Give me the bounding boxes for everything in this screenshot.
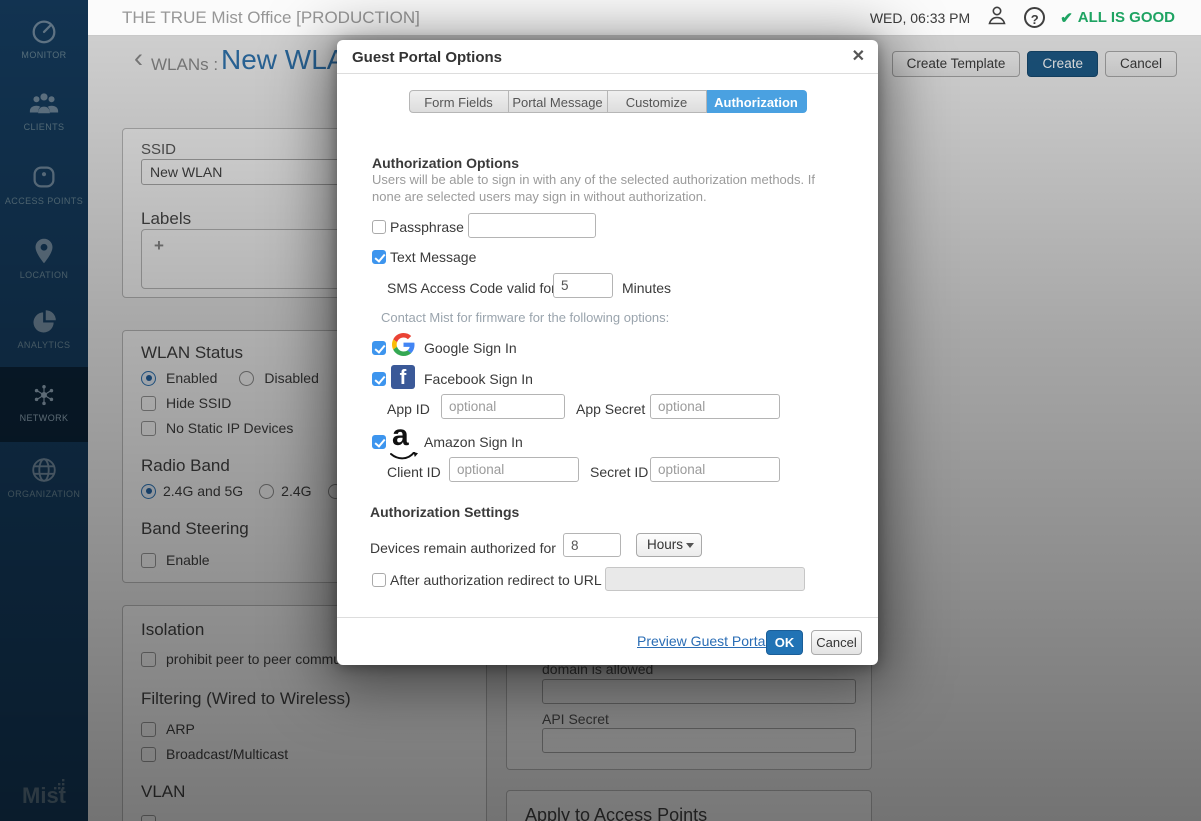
- passphrase-label: Passphrase: [390, 219, 464, 235]
- sms-minutes-input[interactable]: [553, 273, 613, 298]
- app-secret-label: App Secret: [576, 401, 646, 417]
- modal-tabs: Form Fields Portal Message Customize Author…: [337, 90, 878, 113]
- auth-settings-heading: Authorization Settings: [370, 504, 520, 520]
- devices-hours-input[interactable]: [563, 533, 621, 557]
- org-title: THE TRUE Mist Office [PRODUCTION]: [122, 8, 420, 27]
- client-id-label: Client ID: [387, 464, 441, 480]
- topbar: THE TRUE Mist Office [PRODUCTION] WED, 0…: [88, 0, 1201, 36]
- chevron-down-icon: [686, 543, 694, 548]
- secret-id-label: Secret ID: [590, 464, 649, 480]
- passphrase-checkbox[interactable]: [372, 220, 386, 234]
- firmware-note: Contact Mist for firmware for the follow…: [381, 310, 670, 325]
- facebook-sign-in-label: Facebook Sign In: [424, 371, 533, 387]
- topbar-right: WED, 06:33 PM ? ✔ ALL IS GOOD: [870, 0, 1175, 35]
- redirect-url-input[interactable]: [605, 567, 805, 591]
- google-icon: [392, 333, 415, 361]
- devices-authorized-label: Devices remain authorized for: [370, 540, 556, 556]
- app-secret-input[interactable]: [650, 394, 780, 419]
- text-message-checkbox[interactable]: [372, 250, 386, 264]
- secret-id-input[interactable]: [650, 457, 780, 482]
- close-icon[interactable]: ✕: [852, 46, 865, 66]
- duration-unit-dropdown[interactable]: Hours: [636, 533, 702, 557]
- facebook-checkbox[interactable]: [372, 372, 386, 386]
- app-id-label: App ID: [387, 401, 430, 417]
- google-checkbox[interactable]: [372, 341, 386, 355]
- app-id-input[interactable]: [441, 394, 565, 419]
- auth-options-description: Users will be able to sign in with any o…: [372, 172, 815, 204]
- check-icon: ✔: [1060, 9, 1073, 27]
- modal-cancel-button[interactable]: Cancel: [811, 630, 862, 655]
- guest-portal-options-modal: Guest Portal Options ✕ Form Fields Portal…: [337, 40, 878, 665]
- modal-header-divider: [337, 73, 878, 74]
- client-id-input[interactable]: [449, 457, 579, 482]
- sms-unit-label: Minutes: [622, 280, 672, 296]
- redirect-url-checkbox[interactable]: [372, 573, 386, 587]
- datetime: WED, 06:33 PM: [869, 9, 971, 26]
- tab-authorization[interactable]: Authorization: [706, 90, 807, 113]
- facebook-icon: f: [391, 365, 415, 389]
- page: MONITOR CLIENTS ACCESS POINTS LOCATION A…: [0, 0, 1201, 821]
- help-icon[interactable]: ?: [1024, 7, 1046, 28]
- ok-button[interactable]: OK: [766, 630, 803, 655]
- modal-title: Guest Portal Options: [352, 49, 503, 66]
- tab-form-fields[interactable]: Form Fields: [408, 90, 509, 113]
- text-message-label: Text Message: [390, 249, 477, 265]
- tab-portal-message[interactable]: Portal Message: [508, 90, 608, 113]
- modal-footer-divider: [337, 617, 878, 618]
- status-indicator[interactable]: ✔ ALL IS GOOD: [1060, 9, 1175, 27]
- redirect-url-label: After authorization redirect to URL: [390, 572, 602, 588]
- sms-valid-label: SMS Access Code valid for: [387, 280, 556, 296]
- status-text: ALL IS GOOD: [1077, 9, 1175, 26]
- passphrase-input[interactable]: [468, 213, 596, 238]
- amazon-sign-in-label: Amazon Sign In: [424, 434, 523, 450]
- duration-unit-value: Hours: [647, 537, 684, 552]
- preview-guest-portal-link[interactable]: Preview Guest Portal: [637, 633, 769, 649]
- user-icon[interactable]: [985, 3, 1009, 32]
- google-sign-in-label: Google Sign In: [424, 340, 517, 356]
- amazon-icon: a: [392, 419, 409, 452]
- tab-customize[interactable]: Customize: [607, 90, 707, 113]
- auth-options-heading: Authorization Options: [372, 155, 519, 171]
- amazon-checkbox[interactable]: [372, 435, 386, 449]
